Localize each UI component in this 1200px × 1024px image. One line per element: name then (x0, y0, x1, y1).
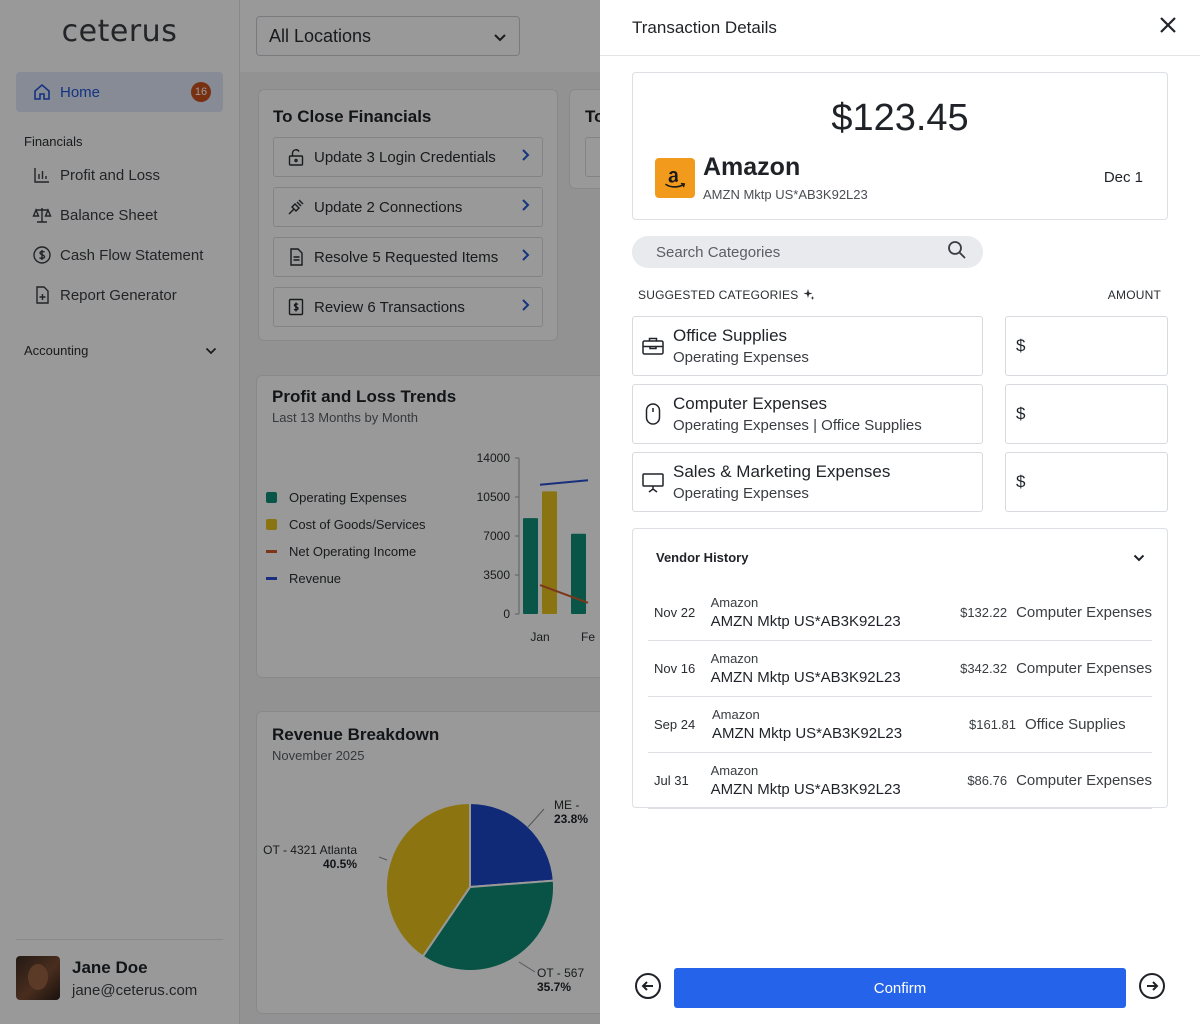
modal-backdrop[interactable] (0, 0, 600, 1024)
currency-symbol: $ (1016, 404, 1026, 423)
history-date: Sep 24 (654, 717, 696, 732)
history-amount: $161.81 (969, 717, 1016, 732)
history-date: Nov 16 (654, 661, 696, 676)
category-amount-computer-expenses: $ (1005, 384, 1168, 444)
table-row[interactable]: Jul 31 Amazon AMZN Mktp US*AB3K92L23 $86… (648, 753, 1152, 809)
history-memo: AMZN Mktp US*AB3K92L23 (710, 669, 901, 686)
table-row[interactable]: Nov 22 Amazon AMZN Mktp US*AB3K92L23 $13… (648, 585, 1152, 641)
category-option-office-supplies[interactable]: Office Supplies Operating Expenses (632, 316, 983, 376)
merchant-description: AMZN Mktp US*AB3K92L23 (703, 187, 868, 202)
confirm-button[interactable]: Confirm (674, 968, 1126, 1008)
close-button[interactable] (1156, 16, 1180, 40)
amazon-logo-icon (655, 157, 695, 198)
transaction-amount: $123.45 (831, 97, 969, 139)
amount-input[interactable] (1029, 473, 1150, 491)
category-path: Operating Expenses | Office Supplies (673, 417, 922, 434)
vendor-history-panel: Vendor History Nov 22 Amazon AMZN Mktp U… (632, 528, 1168, 809)
history-amount: $86.76 (967, 773, 1008, 788)
history-merchant: Amazon (710, 651, 759, 666)
arrow-left-circle-icon (634, 972, 662, 1005)
category-name: Computer Expenses (673, 394, 828, 413)
arrow-right-circle-icon (1138, 972, 1166, 1005)
vendor-history-toggle[interactable]: Vendor History (633, 529, 1167, 585)
transaction-merchant-row: Amazon AMZN Mktp US*AB3K92L23 Dec 1 (655, 153, 1143, 202)
history-description: Amazon AMZN Mktp US*AB3K92L23 (711, 763, 947, 798)
history-date: Jul 31 (654, 773, 689, 788)
drawer-footer: Confirm (600, 968, 1200, 1008)
search-input[interactable] (656, 243, 926, 261)
presentation-icon (641, 470, 665, 494)
history-amount: $342.32 (960, 661, 1008, 676)
currency-symbol: $ (1016, 472, 1026, 491)
category-name: Office Supplies (673, 326, 788, 345)
history-merchant: Amazon (710, 763, 759, 778)
history-description: Amazon AMZN Mktp US*AB3K92L23 (711, 595, 947, 630)
chevron-down-icon (1133, 550, 1145, 565)
history-memo: AMZN Mktp US*AB3K92L23 (710, 781, 901, 798)
merchant-info: Amazon AMZN Mktp US*AB3K92L23 (703, 153, 1104, 202)
merchant-name: Amazon (703, 153, 801, 181)
drawer-title: Transaction Details (632, 17, 777, 37)
category-amount-office-supplies: $ (1005, 316, 1168, 376)
history-memo: AMZN Mktp US*AB3K92L23 (710, 613, 901, 630)
category-option-computer-expenses[interactable]: Computer Expenses Operating Expenses | O… (632, 384, 983, 444)
transaction-date: Dec 1 (1103, 169, 1143, 186)
mouse-icon (641, 402, 665, 426)
history-category: Computer Expenses (1016, 604, 1152, 621)
category-amount-sales-marketing: $ (1005, 452, 1168, 512)
category-name: Sales & Marketing Expenses (673, 462, 891, 481)
amount-header: AMOUNT (1107, 288, 1161, 302)
table-row[interactable]: Nov 16 Amazon AMZN Mktp US*AB3K92L23 $34… (648, 641, 1152, 697)
table-row[interactable]: Sep 24 Amazon AMZN Mktp US*AB3K92L23 $16… (648, 697, 1152, 753)
category-option-sales-marketing[interactable]: Sales & Marketing Expenses Operating Exp… (632, 452, 983, 512)
history-amount: $132.22 (960, 605, 1008, 620)
amount-input[interactable] (1029, 405, 1150, 423)
section-label: SUGGESTED CATEGORIES (638, 288, 799, 302)
next-transaction-button[interactable] (1138, 972, 1166, 1005)
history-description: Amazon AMZN Mktp US*AB3K92L23 (712, 707, 954, 742)
briefcase-icon (641, 334, 665, 358)
category-path: Operating Expenses (673, 485, 809, 502)
search-icon[interactable] (947, 240, 967, 265)
history-category: Computer Expenses (1016, 660, 1152, 677)
sparkle-icon (803, 289, 815, 301)
history-merchant: Amazon (710, 595, 759, 610)
history-merchant: Amazon (712, 707, 760, 722)
suggested-categories-header: SUGGESTED CATEGORIES (638, 288, 815, 302)
history-memo: AMZN Mktp US*AB3K92L23 (712, 725, 903, 742)
transaction-details-drawer: Transaction Details $123.45 Amazon AMZN … (600, 0, 1200, 1024)
section-title: Vendor History (656, 549, 749, 565)
history-date: Nov 22 (654, 605, 696, 620)
amount-input[interactable] (1029, 337, 1150, 355)
transaction-summary-card: $123.45 Amazon AMZN Mktp US*AB3K92L23 De… (632, 72, 1168, 220)
drawer-header: Transaction Details (600, 0, 1200, 56)
close-icon (1159, 16, 1177, 39)
previous-transaction-button[interactable] (634, 972, 662, 1005)
history-category: Office Supplies (1025, 716, 1126, 733)
currency-symbol: $ (1016, 336, 1026, 355)
category-path: Operating Expenses (673, 349, 809, 366)
history-description: Amazon AMZN Mktp US*AB3K92L23 (711, 651, 947, 686)
history-category: Computer Expenses (1016, 772, 1152, 789)
category-search (632, 236, 983, 268)
